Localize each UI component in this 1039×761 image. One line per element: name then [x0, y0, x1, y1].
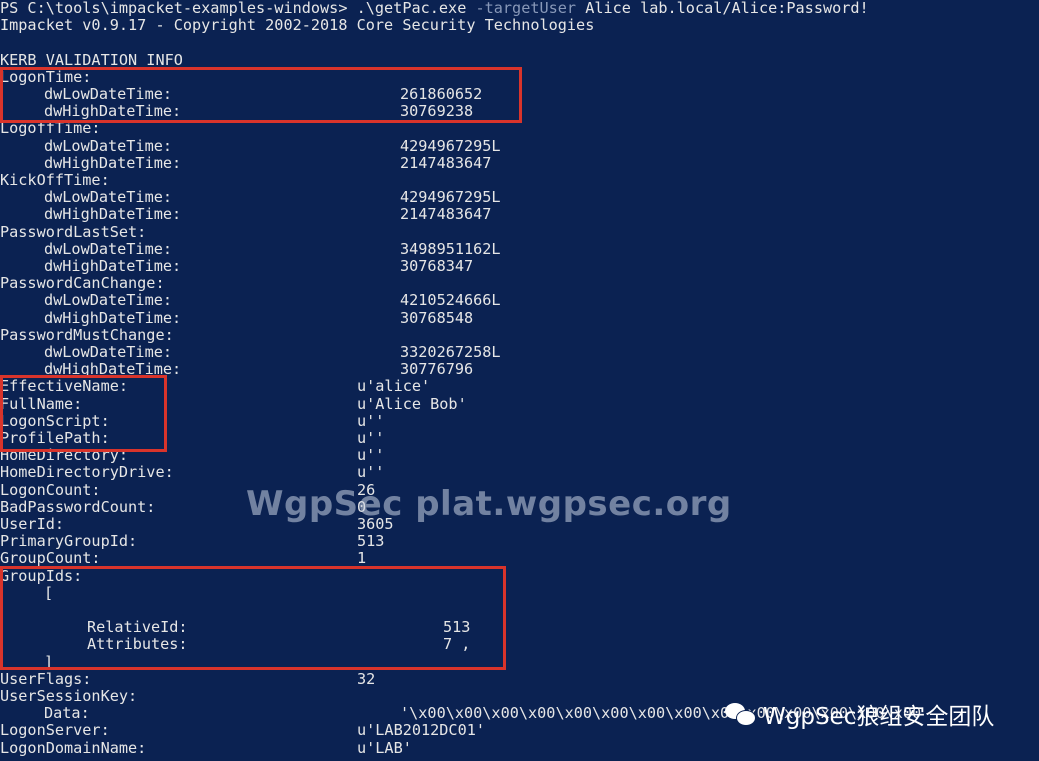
field-row: PrimaryGroupId: 513 [0, 532, 385, 551]
watermark-corner-text: WgpSec狼组安全团队 [763, 704, 995, 730]
high-date-row: dwHighDateTime: 2147483647 [44, 205, 492, 224]
prompt-path: PS C:\tools\impacket-examples-windows> [0, 0, 357, 17]
high-date-row: dwHighDateTime: 30768548 [44, 308, 474, 327]
highlight-box-names [0, 375, 167, 452]
command-args: Alice lab.local/Alice:Password! [576, 0, 869, 17]
field-row: UserSessionKey: [0, 687, 138, 705]
field-row: HomeDirectoryDrive: u'' [0, 463, 385, 482]
prompt-line: PS C:\tools\impacket-examples-windows> .… [0, 0, 869, 17]
command-exe: .\getPac.exe [356, 0, 467, 17]
highlight-box-group-ids [0, 566, 506, 670]
low-date-row: dwLowDateTime: 3498951162L [44, 239, 501, 258]
high-date-row: dwHighDateTime: 30768347 [44, 257, 474, 275]
highlight-box-logon-time [0, 67, 522, 123]
field-row: UserId: 3605 [0, 515, 394, 533]
low-date-row: dwLowDateTime: 4294967295L [44, 188, 501, 207]
session-data-row: Data: '\x00\x00\x00\x00\x00\x00\x00\x00\x… [44, 704, 922, 723]
time-block-name: KickOffTime: [0, 171, 110, 189]
banner-line: Impacket v0.9.17 - Copyright 2002-2018 C… [0, 16, 595, 35]
high-date-row: dwHighDateTime: 2147483647 [44, 153, 492, 172]
time-block-name: PasswordMustChange: [0, 325, 174, 344]
field-row: BadPasswordCount: 0 [0, 497, 367, 516]
field-row: LogonCount: 26 [0, 480, 376, 499]
wechat-icon [725, 701, 756, 727]
command-flag: -targetUser [466, 0, 577, 17]
powershell-terminal[interactable]: PS C:\tools\impacket-examples-windows> .… [0, 0, 1039, 761]
field-row: LogonServer: u'LAB2012DC01' [0, 721, 486, 740]
time-block-name: PasswordCanChange: [0, 274, 165, 293]
field-row: GroupCount: 1 [0, 549, 367, 568]
watermark-center: WgpSec plat.wgpsec.org [246, 484, 732, 524]
field-row: UserFlags: 32 [0, 669, 376, 688]
time-block-name: PasswordLastSet: [0, 222, 147, 241]
low-date-row: dwLowDateTime: 4210524666L [44, 291, 501, 310]
field-row: LogonDomainName: u'LAB' [0, 738, 412, 757]
watermark-corner: WgpSec狼组安全团队 [725, 697, 994, 731]
low-date-row: dwLowDateTime: 3320267258L [44, 343, 501, 361]
low-date-row: dwLowDateTime: 4294967295L [44, 136, 501, 155]
